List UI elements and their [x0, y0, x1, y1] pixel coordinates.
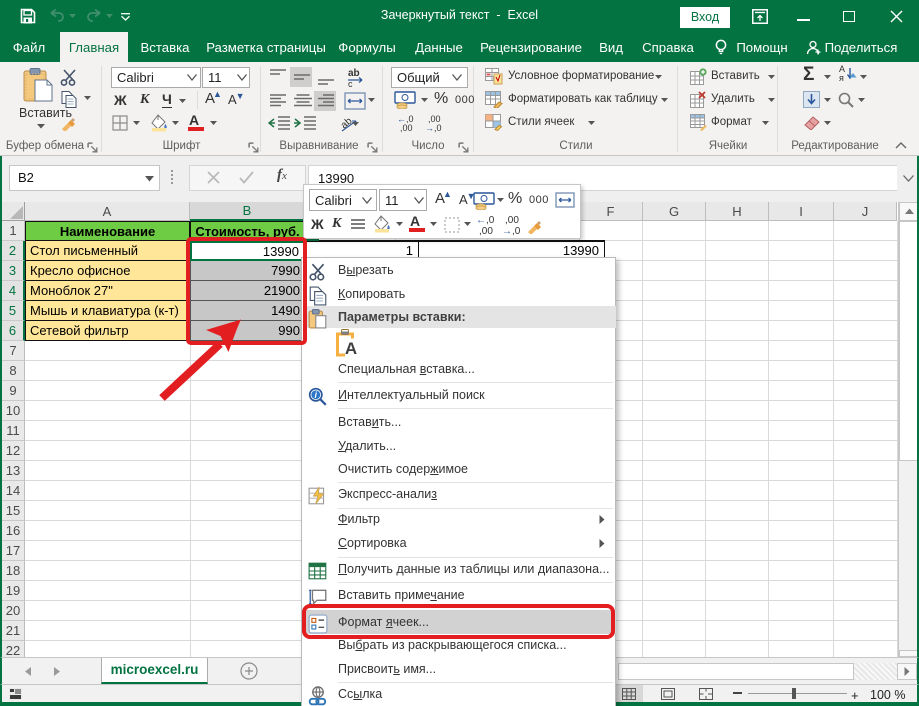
svg-text:ab: ab: [348, 68, 360, 79]
svg-text:c: c: [348, 79, 353, 89]
svg-text:А: А: [345, 339, 357, 357]
